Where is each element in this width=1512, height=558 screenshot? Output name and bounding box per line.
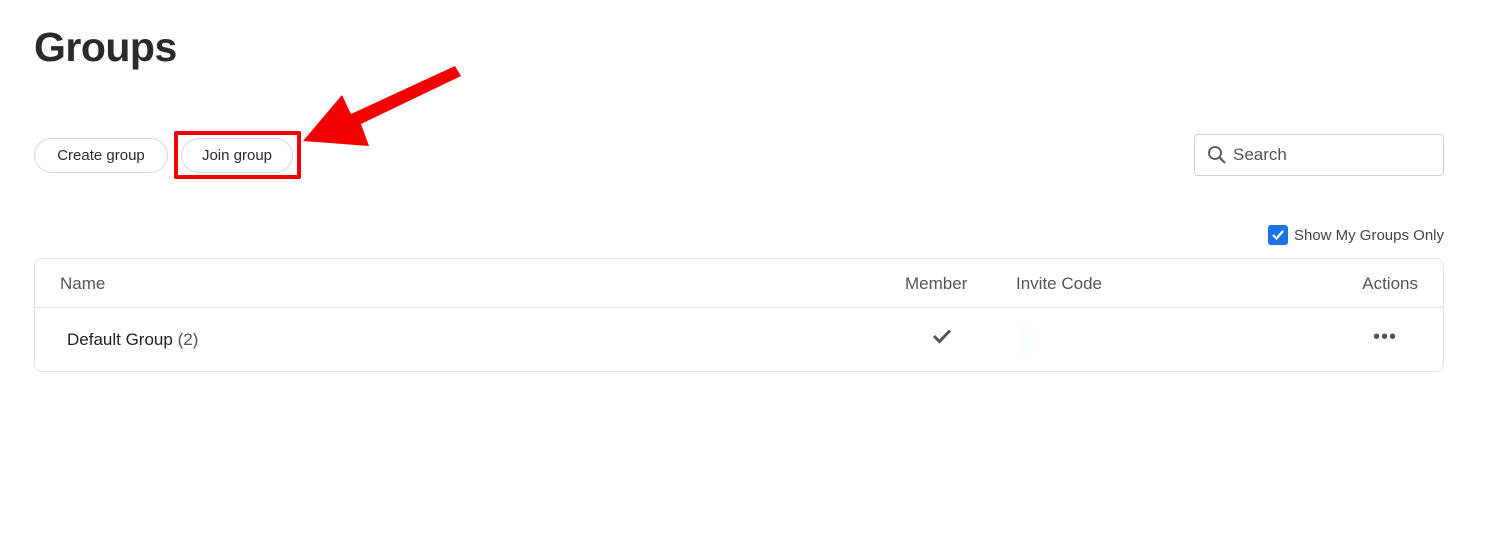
group-name-cell: Default Group (2)	[67, 330, 198, 350]
invite-code-redacted	[1021, 325, 1091, 355]
member-checkmark-icon	[932, 328, 952, 349]
page-title: Groups	[34, 24, 177, 70]
checkmark-icon	[1272, 230, 1284, 241]
column-header-name: Name	[60, 274, 106, 293]
show-my-groups-label: Show My Groups Only	[1293, 226, 1444, 244]
table-row[interactable]: Default Group (2) •••	[35, 308, 1443, 372]
create-group-button[interactable]: Create group	[34, 138, 168, 173]
groups-page: Groups Create group Join group Show My G…	[0, 0, 1512, 558]
column-header-member: Member	[905, 274, 968, 293]
table-header: Name Member Invite Code Actions	[35, 259, 1443, 308]
groups-table: Name Member Invite Code Actions Default …	[34, 258, 1444, 372]
highlight-box	[174, 131, 301, 179]
show-my-groups-checkbox[interactable]	[1267, 225, 1288, 245]
row-actions-menu-icon[interactable]: •••	[1373, 326, 1397, 349]
search-icon	[1208, 146, 1226, 164]
column-header-actions: Actions	[1362, 274, 1418, 293]
group-name: Default Group	[67, 330, 173, 349]
show-my-groups-filter[interactable]: Show My Groups Only	[1267, 225, 1444, 245]
group-member-count: (2)	[177, 330, 199, 349]
search-input[interactable]	[1233, 145, 1423, 165]
search-field[interactable]	[1194, 134, 1444, 176]
column-header-invite-code: Invite Code	[1016, 274, 1102, 293]
